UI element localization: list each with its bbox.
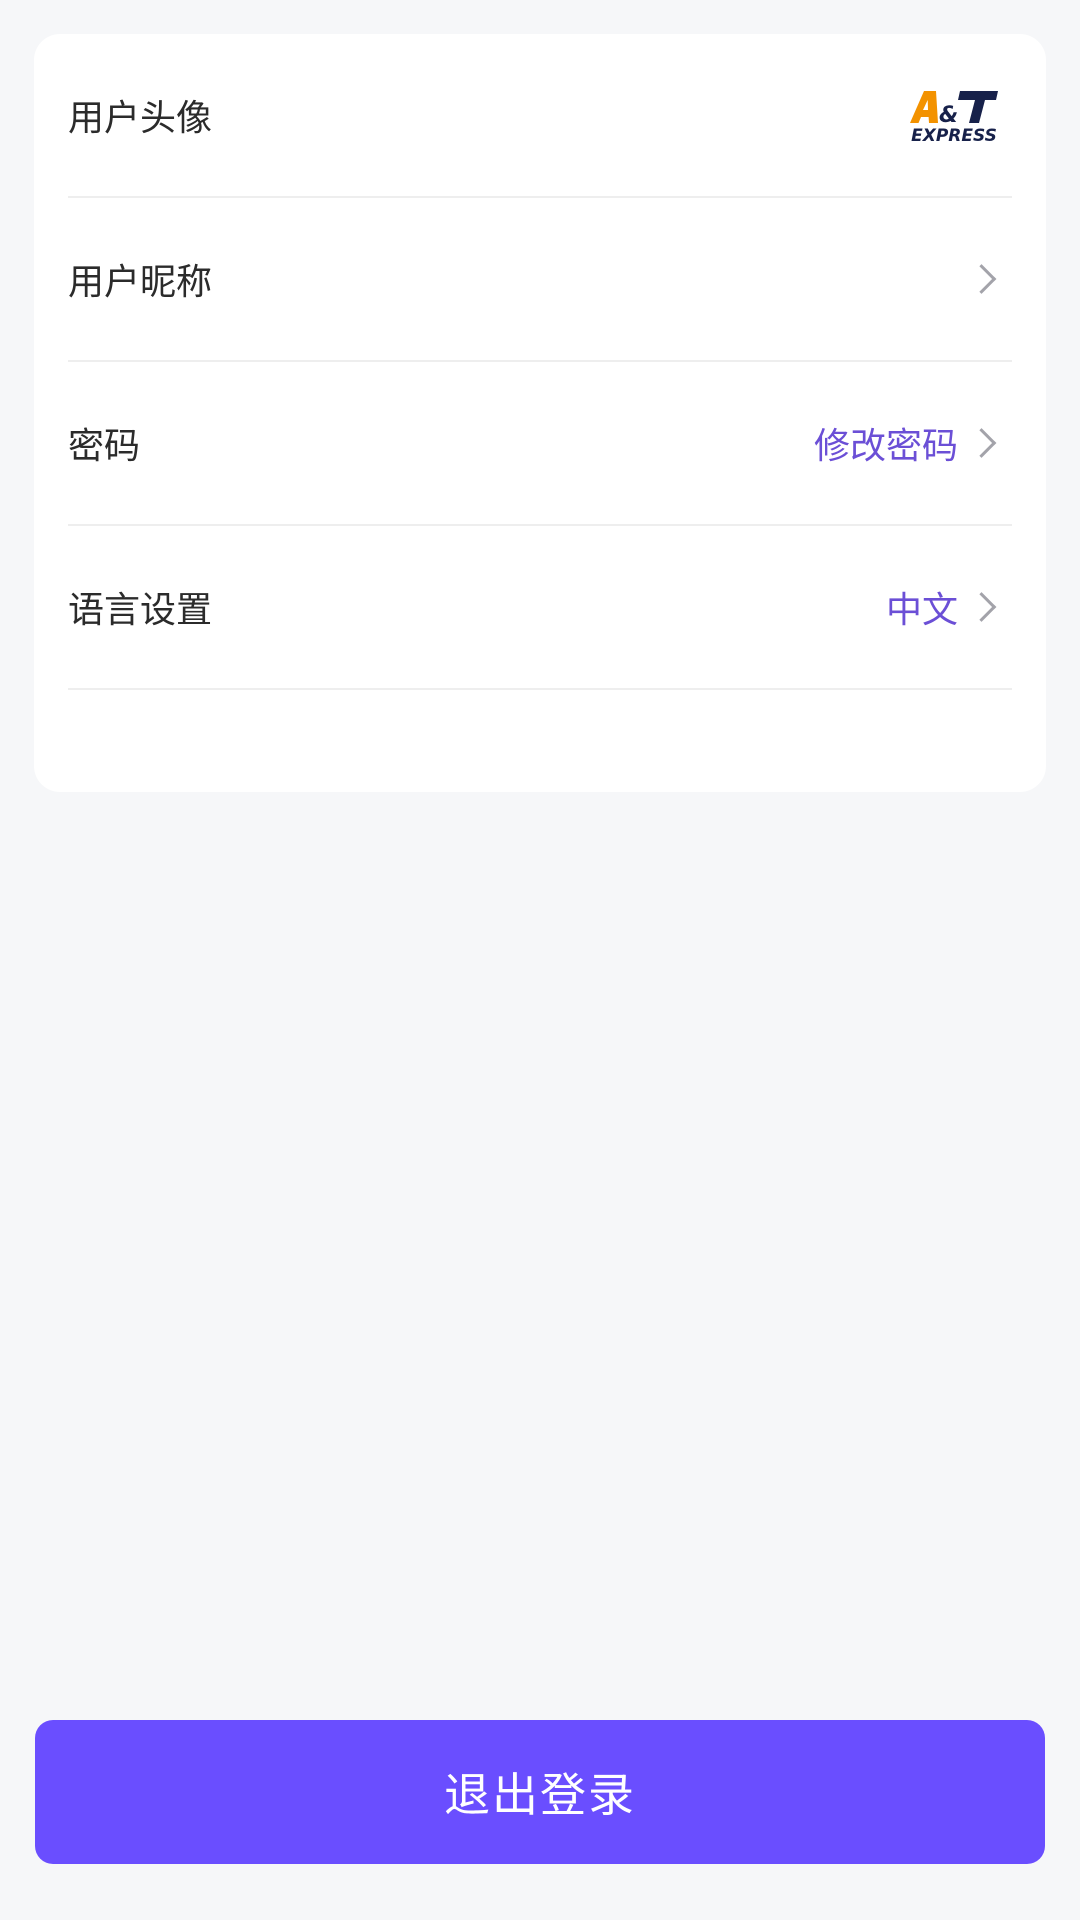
chevron-right-icon [966, 428, 997, 458]
row-language-settings[interactable]: 语言设置 中文 [68, 526, 1012, 690]
svg-text:&: & [939, 103, 958, 128]
row-label: 用户昵称 [68, 262, 213, 303]
change-password-link[interactable]: 修改密码 [814, 417, 958, 469]
row-password[interactable]: 密码 修改密码 [68, 362, 1012, 526]
row-user-nickname[interactable]: 用户昵称 [68, 198, 1012, 362]
logout-button[interactable]: 退出登录 [35, 1720, 1045, 1864]
svg-text:EXPRESS: EXPRESS [911, 126, 997, 145]
avatar-logo[interactable]: & EXPRESS [906, 85, 1002, 145]
row-label: 密码 [68, 426, 141, 467]
chevron-right-icon [966, 264, 997, 294]
settings-card: 用户头像 & EXPRESS 用户昵称 密码 修改密码 语言设置 中文 [34, 34, 1046, 792]
row-label: 用户头像 [68, 98, 213, 139]
language-value[interactable]: 中文 [886, 581, 958, 633]
row-label: 语言设置 [68, 590, 213, 631]
chevron-right-icon [966, 592, 997, 622]
row-user-avatar[interactable]: 用户头像 & EXPRESS [68, 34, 1012, 198]
